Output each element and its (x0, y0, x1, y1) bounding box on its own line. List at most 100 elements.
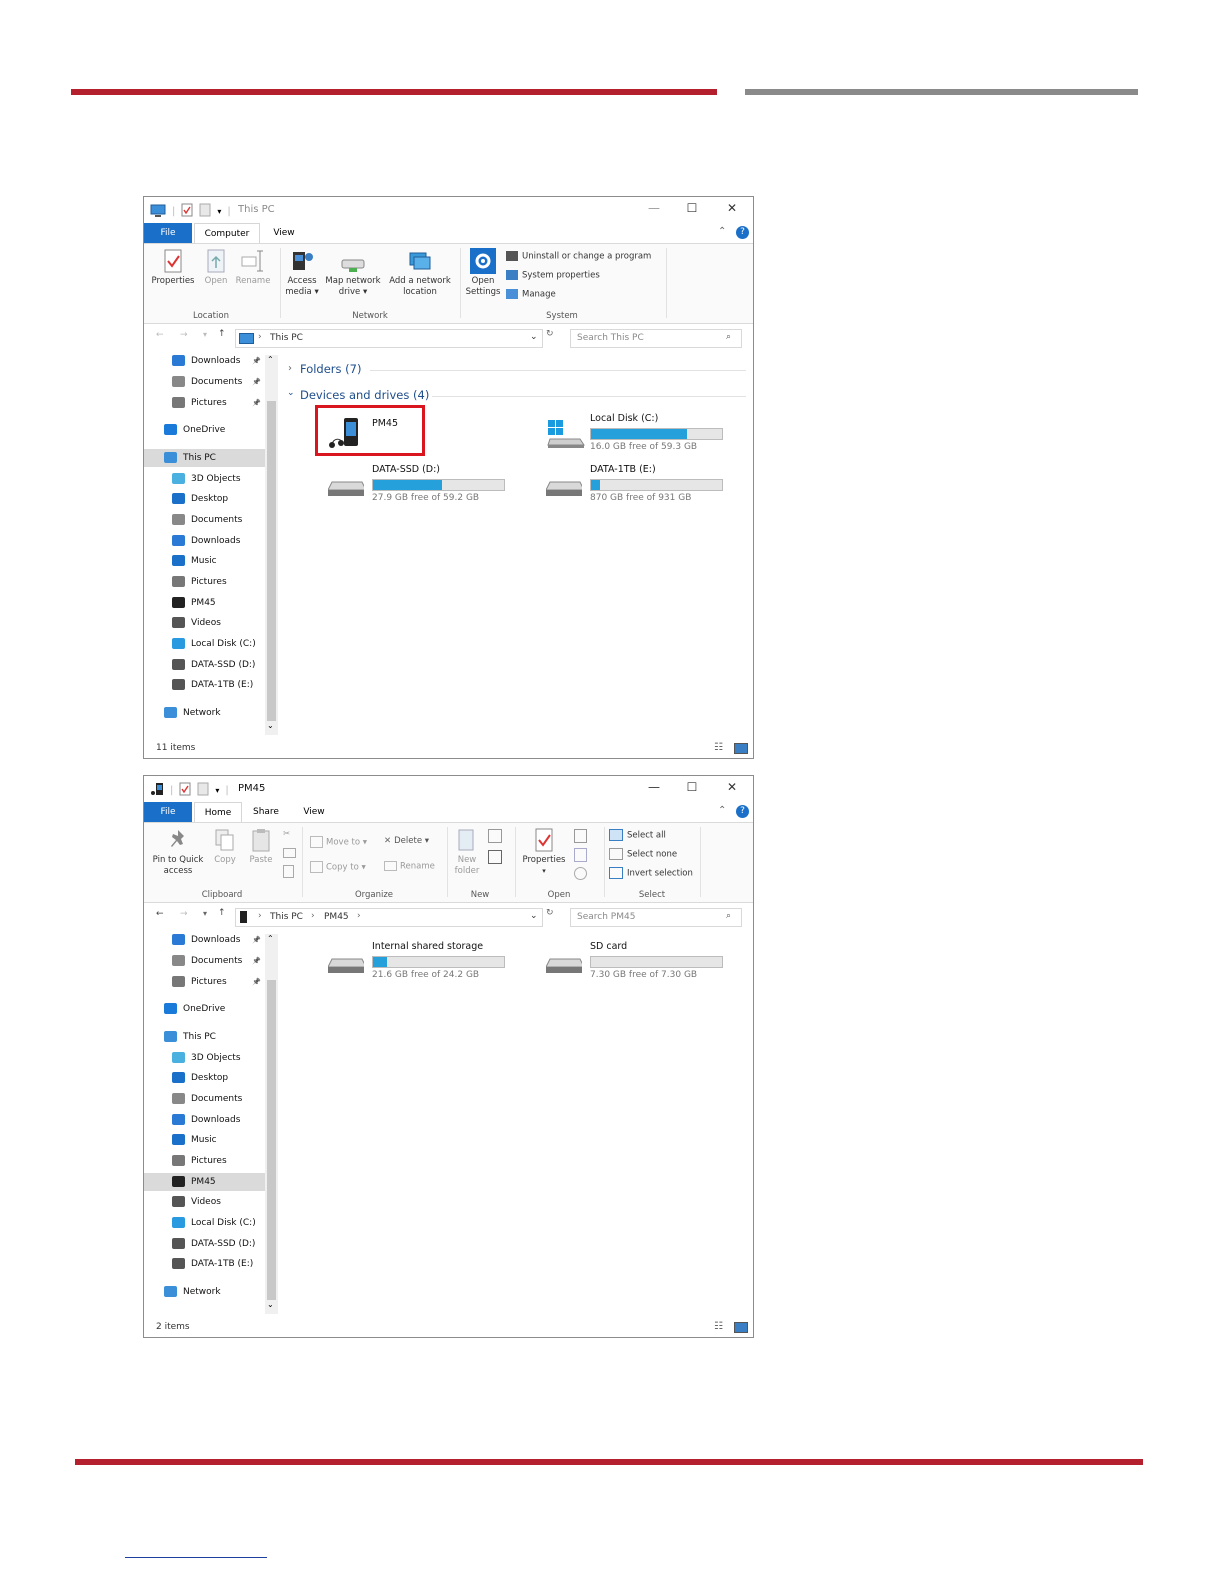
sidebar-item[interactable]: 3D Objects (144, 470, 265, 488)
scroll-up-icon[interactable]: ⌃ (267, 934, 274, 943)
invert-selection-button[interactable]: Invert selection (609, 867, 693, 879)
sidebar-item[interactable]: Documents 📌 (144, 952, 265, 970)
storage-sd-card[interactable]: SD card 7.30 GB free of 7.30 GB (546, 941, 726, 981)
scroll-thumb[interactable] (267, 401, 276, 721)
scroll-thumb[interactable] (267, 980, 276, 1300)
minimize-button[interactable]: — (644, 201, 664, 215)
tab-computer[interactable]: Computer (194, 223, 260, 244)
drive-data-1tb-e[interactable]: DATA-1TB (E:) 870 GB free of 931 GB (546, 464, 726, 504)
large-icons-view-icon[interactable] (734, 1322, 748, 1333)
back-arrow-icon[interactable]: ← (156, 909, 164, 919)
map-network-drive-button[interactable]: Map network drive ▾ (321, 248, 385, 298)
sidebar-item[interactable]: This PC (144, 449, 265, 467)
select-none-button[interactable]: Select none (609, 848, 677, 860)
forward-arrow-icon[interactable]: → (180, 909, 188, 919)
uninstall-program-button[interactable]: Uninstall or change a program (506, 251, 651, 262)
nav-scrollbar[interactable]: ⌃ ⌄ (265, 355, 278, 735)
tab-file[interactable]: File (144, 802, 192, 822)
collapse-ribbon-icon[interactable]: ⌃ (718, 226, 726, 237)
sidebar-item[interactable]: Videos (144, 1193, 265, 1211)
easy-access-icon[interactable] (488, 850, 502, 864)
back-arrow-icon[interactable]: ← (156, 330, 164, 340)
close-button[interactable]: ✕ (722, 201, 742, 215)
open-icon[interactable] (574, 829, 587, 843)
sidebar-item[interactable]: Documents 📌 (144, 373, 265, 391)
folders-section-header[interactable]: Folders (7) (300, 362, 361, 376)
sidebar-item[interactable]: PM45 (144, 1173, 265, 1191)
sidebar-item[interactable]: Downloads 📌 (144, 931, 265, 949)
sidebar-item[interactable]: OneDrive (144, 421, 265, 439)
sidebar-item[interactable]: Downloads (144, 532, 265, 550)
sidebar-item[interactable]: Network (144, 1283, 265, 1301)
sidebar-item[interactable]: Local Disk (C:) (144, 1214, 265, 1232)
sidebar-item[interactable]: Downloads (144, 1111, 265, 1129)
address-box[interactable]: › This PC ⌄ (235, 329, 543, 348)
help-icon[interactable]: ? (736, 805, 749, 818)
search-input[interactable]: Search This PC ⌕ (570, 329, 742, 348)
address-path[interactable]: This PC (270, 333, 303, 343)
new-folder-button[interactable]: New folder (450, 827, 484, 877)
sidebar-item[interactable]: Downloads 📌 (144, 352, 265, 370)
recent-locations-icon[interactable]: ▾ (203, 330, 207, 339)
details-view-icon[interactable]: ☷ (714, 1321, 723, 1332)
move-to-button[interactable]: Move to ▾ (310, 836, 367, 848)
sidebar-item[interactable]: Desktop (144, 1069, 265, 1087)
up-arrow-icon[interactable]: ↑ (218, 329, 226, 339)
paste-button[interactable]: Paste (244, 827, 278, 866)
tab-file[interactable]: File (144, 223, 192, 243)
open-button[interactable]: Open (199, 248, 233, 287)
scroll-down-icon[interactable]: ⌄ (267, 721, 274, 730)
sidebar-item[interactable]: Videos (144, 614, 265, 632)
drive-data-ssd-d[interactable]: DATA-SSD (D:) 27.9 GB free of 59.2 GB (328, 464, 508, 504)
refresh-icon[interactable]: ↻ (546, 329, 554, 339)
sidebar-item[interactable]: Music (144, 1131, 265, 1149)
sidebar-item[interactable]: Documents (144, 1090, 265, 1108)
search-input[interactable]: Search PM45 ⌕ (570, 908, 742, 927)
select-all-button[interactable]: Select all (609, 829, 666, 841)
drive-local-disk-c[interactable]: Local Disk (C:) 16.0 GB free of 59.3 GB (546, 413, 726, 453)
maximize-button[interactable]: ☐ (682, 780, 702, 794)
sidebar-item[interactable]: DATA-1TB (E:) (144, 1255, 265, 1273)
delete-button[interactable]: ✕ Delete ▾ (384, 836, 429, 846)
tab-view[interactable]: View (264, 223, 304, 243)
sidebar-item[interactable]: Documents (144, 511, 265, 529)
address-path-pm45[interactable]: PM45 (324, 912, 349, 922)
sidebar-item[interactable]: Pictures 📌 (144, 973, 265, 991)
new-folder-qat-icon[interactable] (197, 782, 209, 799)
address-path-this-pc[interactable]: This PC (270, 912, 303, 922)
large-icons-view-icon[interactable] (734, 743, 748, 754)
edit-icon[interactable] (574, 848, 587, 862)
paste-shortcut-icon[interactable] (283, 865, 294, 878)
tab-share[interactable]: Share (246, 802, 286, 822)
rename-button[interactable]: Rename (233, 248, 273, 287)
minimize-button[interactable]: — (644, 780, 664, 794)
sidebar-item[interactable]: Music (144, 552, 265, 570)
sidebar-item[interactable]: 3D Objects (144, 1049, 265, 1067)
address-box[interactable]: › This PC › PM45 › ⌄ (235, 908, 543, 927)
collapse-ribbon-icon[interactable]: ⌃ (718, 805, 726, 816)
maximize-button[interactable]: ☐ (682, 201, 702, 215)
recent-locations-icon[interactable]: ▾ (203, 909, 207, 918)
sidebar-item[interactable]: Desktop (144, 490, 265, 508)
pin-to-quick-access-button[interactable]: Pin to Quick access (147, 827, 209, 877)
sidebar-item[interactable]: OneDrive (144, 1000, 265, 1018)
sidebar-item[interactable]: DATA-SSD (D:) (144, 656, 265, 674)
nav-scrollbar[interactable]: ⌃ ⌄ (265, 934, 278, 1314)
sidebar-item[interactable]: DATA-SSD (D:) (144, 1235, 265, 1253)
sidebar-item[interactable]: Local Disk (C:) (144, 635, 265, 653)
copy-to-button[interactable]: Copy to ▾ (310, 861, 366, 873)
sidebar-item[interactable]: DATA-1TB (E:) (144, 676, 265, 694)
address-dropdown-icon[interactable]: ⌄ (530, 911, 538, 921)
sidebar-item[interactable]: Network (144, 704, 265, 722)
manage-button[interactable]: Manage (506, 289, 556, 300)
details-view-icon[interactable]: ☷ (714, 742, 723, 753)
close-button[interactable]: ✕ (722, 780, 742, 794)
cut-icon[interactable]: ✂ (283, 829, 290, 839)
new-folder-qat-icon[interactable] (199, 203, 211, 220)
qat-dropdown-icon[interactable]: ▾ (215, 786, 219, 795)
tab-home[interactable]: Home (194, 802, 242, 823)
sidebar-item[interactable]: Pictures 📌 (144, 394, 265, 412)
sidebar-item[interactable]: Pictures (144, 1152, 265, 1170)
properties-button[interactable]: Properties ▾ (518, 827, 570, 877)
storage-internal-shared[interactable]: Internal shared storage 21.6 GB free of … (328, 941, 508, 981)
